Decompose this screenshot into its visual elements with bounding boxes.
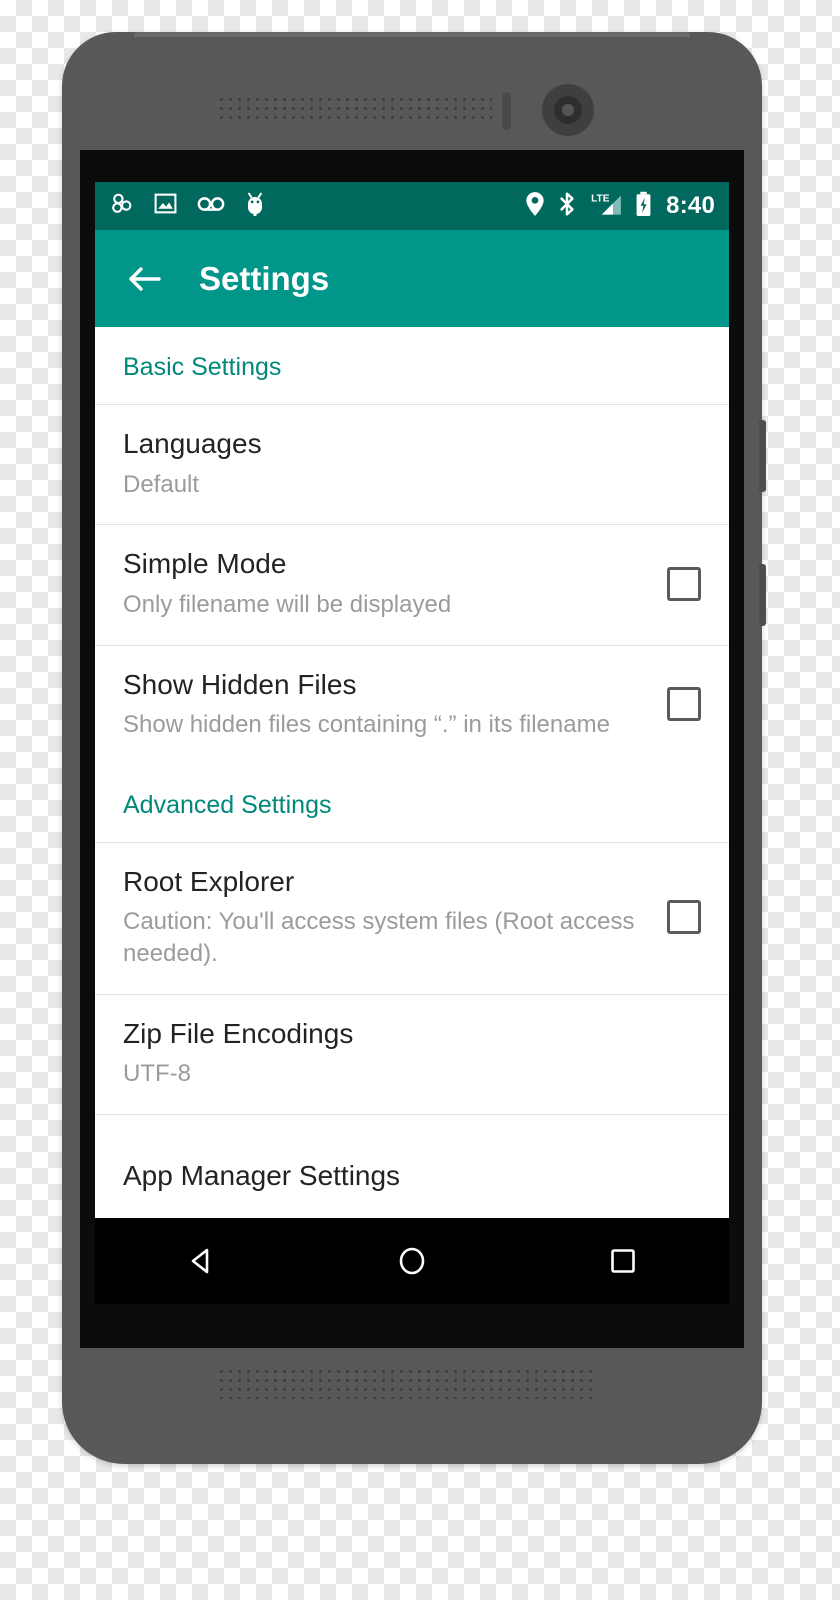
volume-button[interactable] [759,420,766,492]
pref-summary: Default [123,470,200,498]
phone-device: LTE 8:40 Settings Basic Settings Languag… [62,32,766,1464]
pref-row-simple-mode[interactable]: Simple Mode Only filename will be displa… [95,525,729,646]
settings-list[interactable]: Basic Settings Languages Default Simple … [95,327,729,1218]
navigation-bar [95,1218,729,1304]
pref-text: App Manager Settings [123,1159,701,1193]
status-bar: LTE 8:40 [95,182,729,230]
pref-row-show-hidden-files[interactable]: Show Hidden Files Show hidden files cont… [95,646,729,765]
pref-row-app-manager-settings[interactable]: App Manager Settings [95,1129,729,1218]
status-bar-left-icons [109,191,266,222]
pref-text: Root Explorer Caution: You'll access sys… [123,865,645,970]
battery-charging-icon [635,191,652,222]
image-icon [153,191,178,221]
pref-row-zip-file-encodings[interactable]: Zip File Encodings UTF-8 [95,995,729,1115]
nav-recents-button[interactable] [577,1218,669,1304]
pref-title: App Manager Settings [123,1160,401,1192]
pref-row-root-explorer[interactable]: Root Explorer Caution: You'll access sys… [95,843,729,995]
voicemail-icon [197,193,225,220]
bluetooth-icon [557,191,577,222]
nav-back-button[interactable] [155,1218,247,1304]
bottom-speaker-grille [217,1367,597,1399]
checkbox-show-hidden-files[interactable] [667,687,701,722]
pref-text: Simple Mode Only filename will be displa… [123,547,645,620]
section-gap [95,1115,729,1129]
cluster-bubbles-icon [109,191,134,221]
page-title: Settings [199,260,330,297]
pref-title: Root Explorer [123,865,295,897]
phone-screen: LTE 8:40 Settings Basic Settings Languag… [95,182,729,1304]
pref-text: Languages Default [123,427,701,500]
section-header-advanced-settings: Advanced Settings [95,765,729,843]
status-bar-clock: 8:40 [666,192,715,219]
android-usb-icon [244,191,266,222]
back-arrow-icon[interactable] [121,256,167,302]
svg-text:LTE: LTE [591,193,610,204]
pref-summary: UTF-8 [123,1060,191,1088]
pref-title: Zip File Encodings [123,1017,354,1049]
power-button[interactable] [759,564,766,626]
status-bar-right-icons: LTE 8:40 [525,191,715,222]
pref-title: Languages [123,428,262,459]
pref-summary: Only filename will be displayed [123,590,452,618]
earpiece-speaker-grille [217,95,492,125]
pref-text: Show Hidden Files Show hidden files cont… [123,668,645,741]
pref-row-languages[interactable]: Languages Default [95,405,729,526]
checkbox-root-explorer[interactable] [667,900,701,935]
pref-title: Simple Mode [123,548,287,580]
nav-home-button[interactable] [366,1218,458,1304]
pref-text: Zip File Encodings UTF-8 [123,1017,701,1090]
pref-summary: Show hidden files containing “.” in its … [123,711,610,739]
location-pin-icon [525,191,545,222]
section-header-basic-settings: Basic Settings [95,327,729,405]
app-bar: Settings [95,230,729,327]
proximity-sensor [502,92,511,130]
phone-top-edge [134,32,690,37]
pref-summary: Caution: You'll access system files (Roo… [123,908,635,968]
checkbox-simple-mode[interactable] [667,566,701,601]
front-camera [542,84,594,136]
pref-title: Show Hidden Files [123,668,357,700]
lte-signal-icon: LTE [589,191,623,222]
